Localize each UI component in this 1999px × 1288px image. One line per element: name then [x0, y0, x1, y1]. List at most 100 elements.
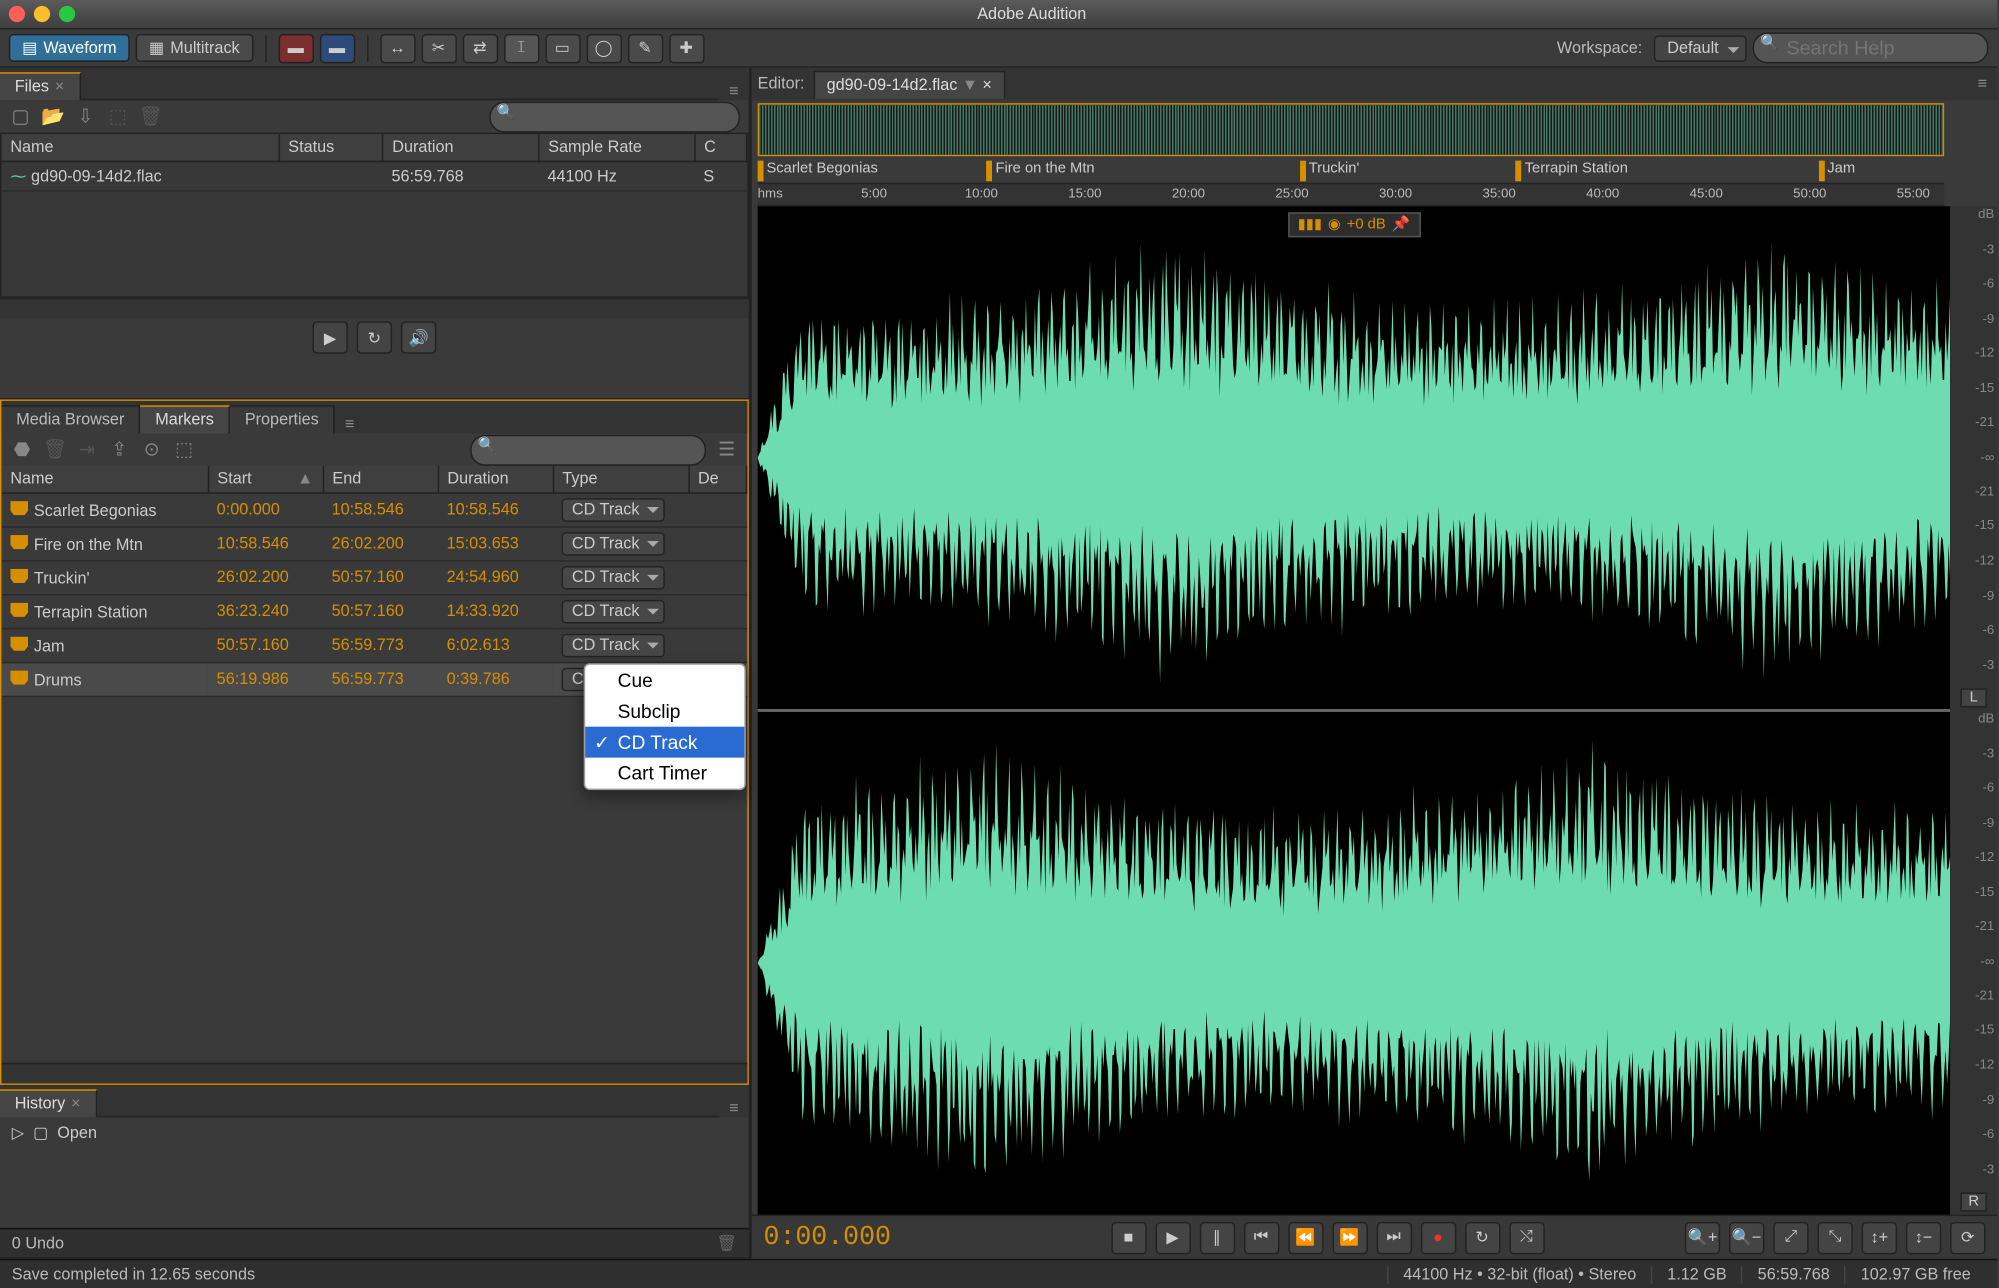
timeline-marker[interactable]: Scarlet Begonias	[758, 161, 878, 177]
slip-tool-button[interactable]: ⇄	[462, 33, 497, 62]
zoom-full-button[interactable]: ⤢	[1773, 1221, 1808, 1253]
panel-menu-icon[interactable]: ≡	[335, 416, 364, 434]
timeline-marker[interactable]: Jam	[1818, 161, 1855, 177]
close-icon[interactable]: ×	[55, 78, 64, 96]
preview-loop-button[interactable]: ↻	[357, 321, 392, 353]
markers-search[interactable]	[470, 434, 706, 465]
marker-strip[interactable]: Scarlet Begonias Fire on the Mtn Truckin' T…	[758, 159, 1945, 183]
import-icon[interactable]: ⇩	[74, 105, 98, 129]
dropdown-item[interactable]: CD Track	[585, 727, 744, 758]
channel-right[interactable]	[758, 712, 1950, 1215]
tab-properties[interactable]: Properties	[230, 405, 335, 433]
files-hscroll[interactable]	[0, 298, 749, 319]
panel-menu-icon[interactable]: ≡	[1968, 75, 1997, 93]
preview-autoplay-button[interactable]: 🔊	[401, 321, 436, 353]
pause-button[interactable]: ∥	[1199, 1221, 1234, 1253]
spectral-frequency-button[interactable]: ▬	[278, 33, 313, 62]
loop-button[interactable]: ↻	[1464, 1221, 1499, 1253]
volume-knob-icon[interactable]: ◉	[1328, 217, 1341, 233]
record-button[interactable]: ●	[1420, 1221, 1455, 1253]
go-end-button[interactable]: ⏭	[1376, 1221, 1411, 1253]
search-help-input[interactable]	[1786, 37, 1975, 59]
close-icon[interactable]: ×	[71, 1095, 80, 1113]
insert-icon[interactable]: ⬚	[106, 105, 130, 129]
new-file-icon[interactable]: ▢	[9, 105, 33, 129]
volume-hud[interactable]: ▮▮▮ ◉ +0 dB 📌	[1287, 212, 1420, 237]
channel-label-l[interactable]: L	[1960, 688, 1987, 707]
marker-type-select[interactable]: CD Track	[562, 634, 665, 658]
col-channels[interactable]: C	[695, 134, 747, 161]
col-name[interactable]: Name	[1, 466, 207, 493]
timecode[interactable]: 0:00.000	[764, 1223, 970, 1252]
search-help[interactable]	[1753, 32, 1989, 63]
heal-tool-button[interactable]: ✚	[669, 33, 704, 62]
go-start-button[interactable]: ⏮	[1243, 1221, 1278, 1253]
brush-tool-button[interactable]: ✎	[627, 33, 662, 62]
time-select-tool-button[interactable]: 𝙸	[504, 33, 539, 62]
time-ruler[interactable]: hms5:0010:0015:0020:0025:0030:0035:0040:…	[758, 183, 1945, 207]
preview-play-button[interactable]: ▶	[312, 321, 347, 353]
play-button[interactable]: ▶	[1155, 1221, 1190, 1253]
pin-icon[interactable]: 📌	[1392, 217, 1410, 233]
zoom-in-vert-button[interactable]: ↕+	[1862, 1221, 1897, 1253]
close-icon[interactable]: ×	[982, 76, 991, 94]
col-end[interactable]: End	[323, 466, 438, 493]
zoom-selection-button[interactable]: ⤡	[1817, 1221, 1852, 1253]
zoom-reset-button[interactable]: ⟳	[1950, 1221, 1985, 1253]
move-tool-button[interactable]: ↔	[380, 33, 415, 62]
mode-waveform-button[interactable]: ▤ Waveform	[9, 34, 130, 62]
col-name[interactable]: Name	[1, 134, 278, 161]
insert-to-multitrack-icon[interactable]: ⬚	[172, 438, 196, 462]
forward-button[interactable]: ⏩	[1332, 1221, 1367, 1253]
lasso-tool-button[interactable]: ◯	[586, 33, 621, 62]
marker-row[interactable]: Terrapin Station36:23.24050:57.16014:33.…	[1, 595, 746, 629]
rewind-button[interactable]: ⏪	[1288, 1221, 1323, 1253]
files-search[interactable]	[489, 101, 740, 132]
col-desc[interactable]: De	[688, 466, 746, 493]
tab-media-browser[interactable]: Media Browser	[1, 405, 140, 433]
waveform-overview[interactable]	[758, 103, 1945, 156]
marker-row[interactable]: Jam50:57.16056:59.7736:02.613CD Track	[1, 629, 746, 663]
marker-row[interactable]: Truckin'26:02.20050:57.16024:54.960CD Tr…	[1, 561, 746, 595]
marker-row[interactable]: Scarlet Begonias0:00.00010:58.54610:58.5…	[1, 493, 746, 527]
marquee-tool-button[interactable]: ▭	[545, 33, 580, 62]
file-row[interactable]: ⁓ gd90-09-14d2.flac 56:59.768 44100 Hz S	[1, 161, 746, 190]
col-status[interactable]: Status	[279, 134, 383, 161]
panel-menu-icon[interactable]: ≡	[719, 1100, 748, 1118]
window-close-icon[interactable]	[9, 6, 25, 22]
insert-to-cd-icon[interactable]: ⊙	[140, 438, 164, 462]
markers-filter-icon[interactable]: ☰	[715, 438, 739, 462]
timeline-marker[interactable]: Terrapin Station	[1516, 161, 1628, 177]
tab-markers[interactable]: Markers	[141, 405, 231, 433]
history-item[interactable]: ▷ ▢ Open	[0, 1117, 749, 1148]
stop-button[interactable]: ■	[1111, 1221, 1146, 1253]
files-search-input[interactable]	[523, 105, 726, 127]
trash-icon[interactable]: 🗑	[139, 105, 163, 129]
timeline-marker[interactable]: Truckin'	[1300, 161, 1359, 177]
channel-label-r[interactable]: R	[1960, 1192, 1987, 1211]
marker-type-select[interactable]: CD Track	[562, 600, 665, 624]
col-samplerate[interactable]: Sample Rate	[539, 134, 695, 161]
window-minimize-icon[interactable]	[34, 6, 50, 22]
panel-menu-icon[interactable]: ≡	[719, 83, 748, 101]
col-type[interactable]: Type	[553, 466, 689, 493]
markers-hscroll[interactable]	[1, 1063, 747, 1084]
add-marker-icon[interactable]: ⬣	[10, 438, 34, 462]
spectral-pitch-button[interactable]: ▬	[319, 33, 354, 62]
zoom-out-button[interactable]: 🔍−	[1729, 1221, 1764, 1253]
dropdown-item[interactable]: Cart Timer	[585, 758, 744, 789]
open-file-icon[interactable]: 📂	[41, 105, 65, 129]
trash-icon[interactable]: 🗑	[716, 1234, 737, 1253]
marker-type-select[interactable]: CD Track	[562, 532, 665, 556]
files-table[interactable]: Name Status Duration Sample Rate C ⁓ gd9…	[1, 134, 747, 191]
marker-type-dropdown[interactable]: CueSubclipCD TrackCart Timer	[584, 663, 746, 790]
razor-tool-button[interactable]: ✂	[421, 33, 456, 62]
dropdown-item[interactable]: Subclip	[585, 696, 744, 727]
col-duration[interactable]: Duration	[438, 466, 553, 493]
waveform-view[interactable]: ▮▮▮ ◉ +0 dB 📌	[758, 206, 1950, 1214]
merge-markers-icon[interactable]: ⇥	[75, 438, 99, 462]
mode-multitrack-button[interactable]: ▦ Multitrack	[136, 34, 253, 62]
editor-file-tab[interactable]: gd90-09-14d2.flac ▼ ×	[813, 70, 1005, 98]
timeline-marker[interactable]: Fire on the Mtn	[987, 161, 1095, 177]
delete-marker-icon[interactable]: 🗑	[43, 438, 67, 462]
